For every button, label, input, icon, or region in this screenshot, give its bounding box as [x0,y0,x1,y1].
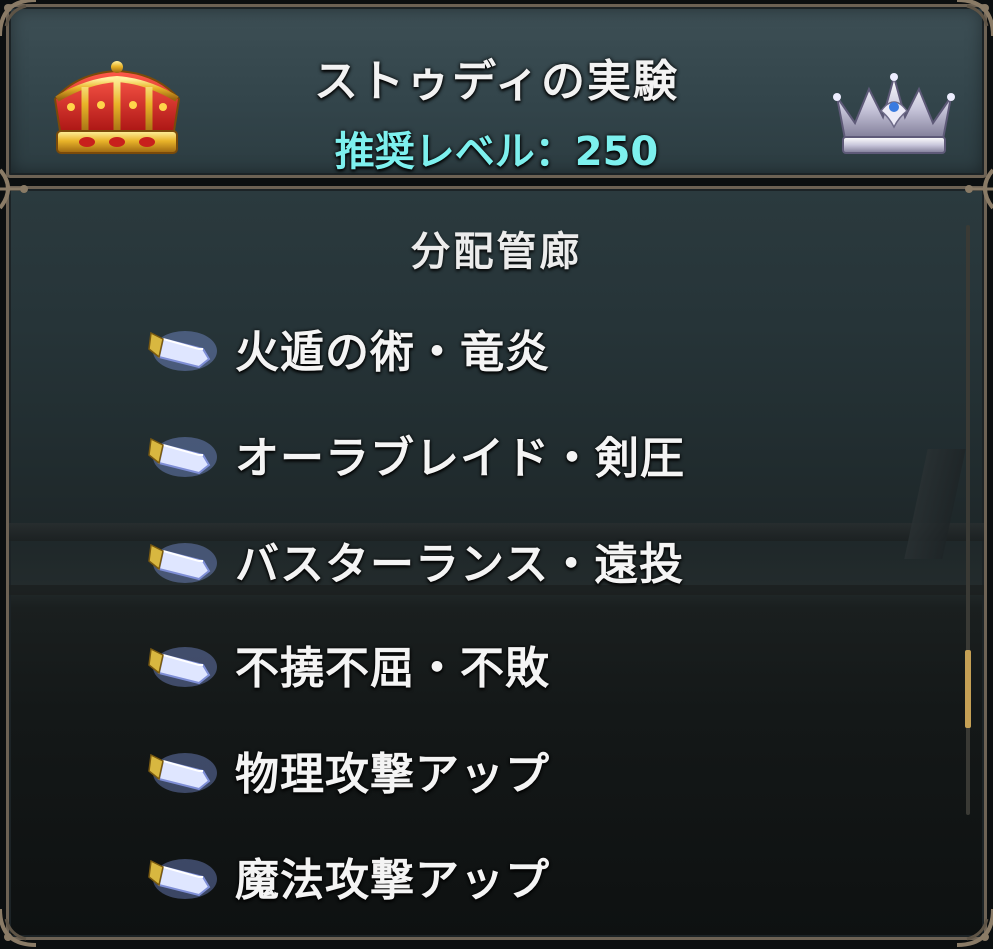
crystal-icon [148,437,217,477]
skill-label: 物理攻撃アップ [235,749,550,800]
list-item[interactable]: オーラブレイド・剣圧 [145,419,845,489]
list-item[interactable]: バスターランス・遠投 [145,525,845,595]
list-item[interactable]: 火遁の術・竜炎 [145,313,845,383]
list-item[interactable]: 魔法攻撃アップ [145,841,845,911]
skill-label: 不撓不屈・不敗 [235,643,550,694]
scrollbar-thumb[interactable] [965,650,971,728]
skill-panel: 分配管廊 火遁の術・竜炎 オーラブレイド・剣圧 バスターランス・遠投 不撓不屈・… [6,186,987,940]
skill-label: 魔法攻撃アップ [235,855,550,906]
list-item[interactable]: 物理攻撃アップ [145,735,845,805]
crystal-icon [148,647,217,687]
corner-ornament-icon [0,0,37,37]
skill-label: 火遁の術・竜炎 [235,327,550,378]
corner-ornament-icon [0,168,28,210]
corner-ornament-icon [956,908,993,947]
crystal-icon [148,859,217,899]
skill-list[interactable]: 火遁の術・竜炎 オーラブレイド・剣圧 バスターランス・遠投 不撓不屈・不敗 物理… [9,189,984,937]
list-item[interactable]: 不撓不屈・不敗 [145,629,845,699]
dialog-frame: ストゥディの実験 推奨レベル：250 分配管廊 火遁の術・竜炎 オーラブレイド・… [0,0,993,947]
skill-label: バスターランス・遠投 [235,539,685,590]
scrollbar-track[interactable] [965,225,971,815]
crystal-icon [148,543,217,583]
corner-ornament-icon [956,0,993,37]
corner-ornament-icon [965,168,993,210]
crystal-icon [148,753,217,793]
crystal-icon [148,331,217,371]
skill-label: オーラブレイド・剣圧 [235,433,685,484]
silver-crown-icon [833,73,955,154]
header-panel: ストゥディの実験 推奨レベル：250 [6,4,987,178]
corner-ornament-icon [0,908,37,947]
